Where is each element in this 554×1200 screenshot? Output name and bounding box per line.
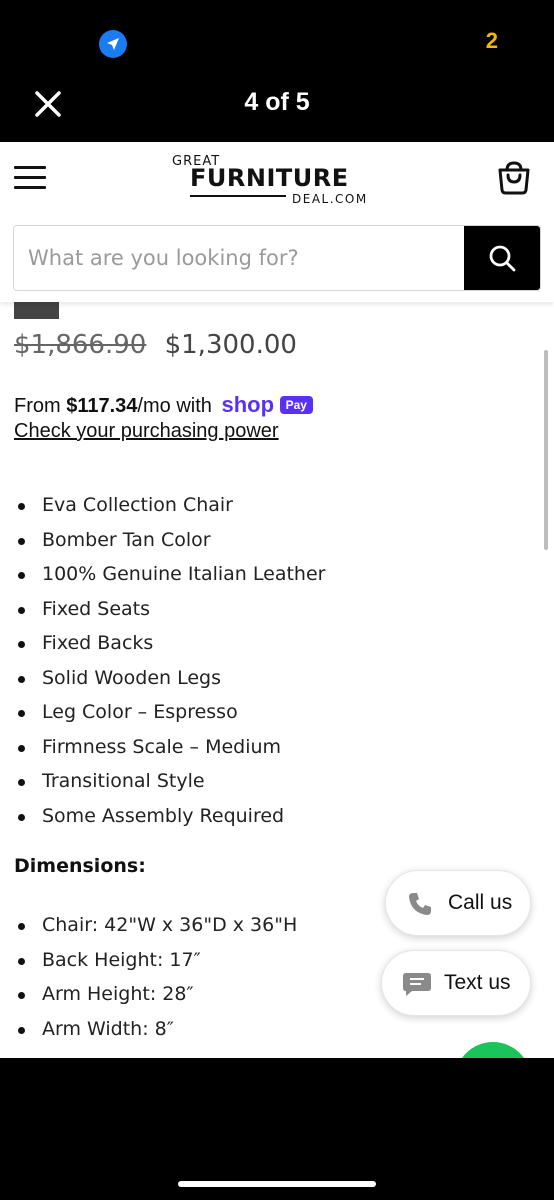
search-icon — [489, 245, 516, 272]
scrollbar[interactable] — [544, 350, 548, 550]
original-price: $1,866.90 — [14, 330, 147, 360]
menu-icon-line — [14, 176, 46, 179]
status-bar: 2 — [0, 0, 554, 82]
list-item: Eva Collection Chair — [14, 488, 325, 523]
list-item: Some Assembly Required — [14, 799, 325, 834]
viewer-title: 4 of 5 — [244, 88, 310, 116]
shop-pay-financing: From $117.34/mo with shop Pay — [14, 392, 313, 418]
feature-list: Eva Collection Chair Bomber Tan Color 10… — [14, 488, 325, 833]
list-item: Fixed Backs — [14, 626, 325, 661]
cart-button[interactable] — [496, 160, 532, 196]
list-item: Fixed Seats — [14, 592, 325, 627]
search-button[interactable] — [464, 226, 540, 290]
menu-icon-line — [14, 186, 46, 189]
list-item: Arm Height: 28″ — [14, 977, 297, 1012]
list-item: 100% Genuine Italian Leather — [14, 557, 325, 592]
pay-badge: Pay — [279, 396, 313, 414]
viewer-bar: 4 of 5 — [0, 82, 554, 142]
financing-amount: $117.34 — [66, 395, 138, 417]
web-page: Great Furniture Deal.com Sale $1,866.9 — [0, 142, 554, 1058]
menu-icon-line — [14, 166, 46, 169]
purchasing-power-link[interactable]: Check your purchasing power — [14, 420, 279, 443]
chat-button[interactable] — [455, 1042, 531, 1058]
shopping-bag-icon — [498, 161, 530, 195]
logo-line2: Furniture — [190, 164, 349, 192]
list-item: Back Height: 17″ — [14, 943, 297, 978]
menu-button[interactable] — [14, 166, 46, 190]
home-indicator[interactable] — [178, 1181, 376, 1187]
list-item: Transitional Style — [14, 764, 325, 799]
chat-bubble-icon — [403, 973, 431, 996]
call-us-label: Call us — [448, 891, 513, 914]
dimensions-heading: Dimensions: — [14, 855, 146, 877]
status-badge: 2 — [485, 28, 498, 53]
list-item: Chair: 42"W x 36"D x 36"H — [14, 908, 297, 943]
logo-line3: Deal.com — [292, 192, 368, 206]
dimensions-list: Chair: 42"W x 36"D x 36"H Back Height: 1… — [14, 908, 297, 1046]
list-item: Firmness Scale – Medium — [14, 730, 325, 765]
site-logo[interactable]: Great Furniture Deal.com — [170, 152, 385, 206]
search-bar — [13, 225, 541, 291]
list-item: Bomber Tan Color — [14, 523, 325, 558]
shop-pay-logo: shop — [221, 392, 275, 417]
list-item: Solid Wooden Legs — [14, 661, 325, 696]
phone-icon — [409, 893, 431, 915]
text-us-button[interactable]: Text us — [381, 950, 531, 1016]
financing-suffix: /mo with — [137, 395, 212, 417]
logo-underline — [190, 195, 286, 197]
search-input[interactable] — [14, 226, 464, 290]
location-arrow-icon — [99, 30, 127, 58]
price-row: $1,866.90 $1,300.00 — [14, 330, 297, 360]
sale-price: $1,300.00 — [164, 330, 297, 360]
text-us-label: Text us — [444, 971, 511, 994]
list-item: Leg Color – Espresso — [14, 695, 325, 730]
call-us-button[interactable]: Call us — [385, 870, 531, 936]
site-header: Great Furniture Deal.com — [0, 142, 554, 302]
list-item: Arm Width: 8″ — [14, 1012, 297, 1047]
financing-prefix: From — [14, 395, 67, 417]
